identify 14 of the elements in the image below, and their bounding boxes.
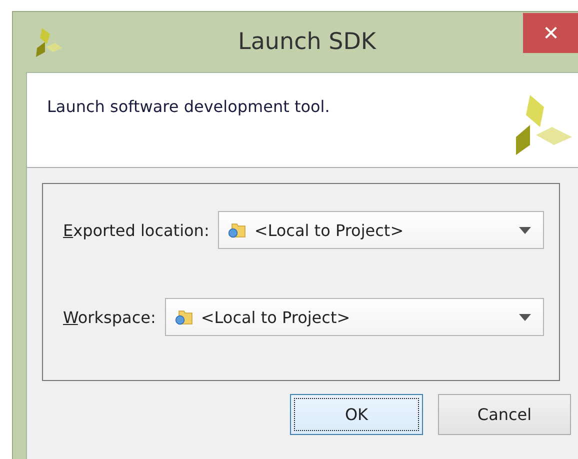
field-label: Workspace: [63, 308, 156, 326]
window-title: Launch SDK [237, 29, 378, 55]
field-label: Exported location: [63, 220, 210, 240]
folder-icon [228, 222, 246, 238]
logo-icon [514, 93, 574, 157]
description-text: Launch software development tool. [46, 96, 330, 118]
caret-icon [519, 226, 531, 234]
folder-icon [174, 309, 193, 325]
dropdown[interactable]: <Local to Project> [218, 211, 544, 249]
dialog-button[interactable]: OK [290, 394, 423, 435]
close-button[interactable]: ✕ [523, 13, 578, 53]
dialog-button[interactable]: Cancel [438, 394, 571, 435]
caret-icon [519, 314, 531, 320]
dropdown[interactable]: <Local to Project> [164, 298, 544, 336]
